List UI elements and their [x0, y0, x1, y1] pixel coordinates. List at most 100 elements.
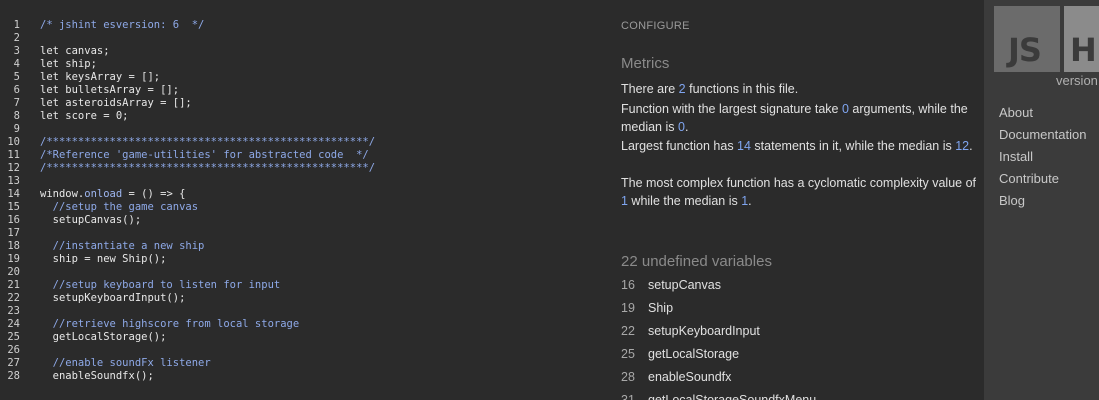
- metric-function-count: There are 2 functions in this file.: [621, 82, 799, 96]
- undefined-variable-name: setupKeyboardInput: [648, 324, 760, 338]
- line-number: 2: [13, 32, 20, 44]
- code-text: let score = 0;: [40, 110, 129, 123]
- undefined-variable-name: enableSoundfx: [648, 370, 732, 384]
- undefined-variable-line: 22: [621, 324, 635, 338]
- undefined-variable-name: Ship: [648, 301, 674, 315]
- line-number: 13: [7, 175, 20, 187]
- code-token: window.: [40, 188, 85, 200]
- line-number: 6: [13, 84, 20, 96]
- nav-documentation[interactable]: Documentation: [999, 127, 1086, 142]
- line-number: 1: [13, 19, 20, 31]
- code-token: enableSoundfx();: [40, 370, 154, 382]
- code-text: //retrieve highscore from local storage: [40, 318, 300, 331]
- code-text: setupCanvas();: [40, 214, 142, 227]
- undefined-variable-line: 16: [621, 278, 635, 292]
- undefined-variable-line: 31: [621, 393, 635, 400]
- code-text: /***************************************…: [40, 162, 375, 175]
- line-number: 14: [7, 188, 20, 200]
- code-text: //setup keyboard to listen for input: [40, 279, 281, 292]
- code-text: let bulletsArray = [];: [40, 84, 179, 97]
- code-token: //instantiate a new ship: [40, 240, 205, 252]
- line-number: 10: [7, 136, 20, 148]
- metric-number: 2: [678, 82, 686, 96]
- metric-number: 14: [737, 139, 751, 153]
- line-number: 23: [7, 305, 20, 317]
- line-number: 5: [13, 71, 20, 83]
- code-text: //enable soundFx listener: [40, 357, 211, 370]
- line-number: 19: [7, 253, 20, 265]
- metric-number: 0: [677, 120, 685, 134]
- line-number: 12: [7, 162, 20, 174]
- metric-largest-signature: Function with the largest signature take…: [621, 102, 968, 134]
- nav-blog[interactable]: Blog: [999, 193, 1025, 208]
- code-text: let asteroidsArray = [];: [40, 97, 192, 110]
- line-number: 11: [7, 149, 20, 161]
- code-token: let score = 0;: [40, 110, 129, 122]
- line-number: 8: [13, 110, 20, 122]
- nav-install[interactable]: Install: [999, 149, 1033, 164]
- code-token: getLocalStorage();: [40, 331, 167, 343]
- line-number: 15: [7, 201, 20, 213]
- code-text: let canvas;: [40, 45, 110, 58]
- line-number: 24: [7, 318, 20, 330]
- code-text: let ship;: [40, 58, 97, 71]
- code-token: //setup the game canvas: [40, 201, 199, 213]
- line-number: 7: [13, 97, 20, 109]
- line-number: 4: [13, 58, 20, 70]
- code-token: onload: [84, 188, 123, 200]
- undefined-variable-item[interactable]: 19 Ship: [621, 301, 673, 321]
- code-token: /***************************************…: [40, 162, 376, 174]
- undefined-variable-name: getLocalStorageSoundfxMenu: [648, 393, 817, 400]
- undefined-variable-name: getLocalStorage: [648, 347, 740, 361]
- line-number: 17: [7, 227, 20, 239]
- line-number: 26: [7, 344, 20, 356]
- undefined-variable-item[interactable]: 16 setupCanvas: [621, 278, 721, 298]
- code-token: let keysArray = [];: [40, 71, 161, 83]
- undefined-variable-item[interactable]: 31 getLocalStorageSoundfxMenu: [621, 393, 816, 400]
- code-token: let canvas;: [40, 45, 110, 57]
- line-number: 28: [7, 370, 20, 382]
- sidebar: JS H version About Documentation Install Co…: [984, 0, 1099, 400]
- version-label: version: [1056, 73, 1098, 88]
- code-text: /*Reference 'game-utilities' for abstrac…: [40, 149, 369, 162]
- code-text: ship = new Ship();: [40, 253, 167, 266]
- line-number: 22: [7, 292, 20, 304]
- code-editor[interactable]: 1 /* jshint esversion: 6 */ 2 3 let canvas; 4…: [0, 0, 600, 400]
- undefined-variable-line: 19: [621, 301, 635, 315]
- code-text: //instantiate a new ship: [40, 240, 205, 253]
- code-token: /*Reference 'game-utilities' for abstrac…: [40, 149, 369, 161]
- code-token: setupCanvas();: [40, 214, 142, 226]
- code-token: //retrieve highscore from local storage: [40, 318, 300, 330]
- code-token: //setup keyboard to listen for input: [40, 279, 281, 291]
- code-token: //enable soundFx listener: [40, 357, 211, 369]
- undefined-variable-line: 28: [621, 370, 635, 384]
- metric-number: 12: [955, 139, 970, 153]
- line-number: 21: [7, 279, 20, 291]
- code-text: //setup the game canvas: [40, 201, 198, 214]
- undefined-variable-item[interactable]: 28 enableSoundfx: [621, 370, 731, 390]
- code-text: enableSoundfx();: [40, 370, 154, 383]
- line-number: 3: [13, 45, 20, 57]
- line-number: 9: [13, 123, 20, 135]
- code-token: ship = new Ship();: [40, 253, 167, 265]
- code-text: setupKeyboardInput();: [40, 292, 186, 305]
- metric-number: 1: [621, 194, 628, 208]
- code-token: let asteroidsArray = [];: [40, 97, 192, 109]
- undefined-variable-item[interactable]: 25 getLocalStorage: [621, 347, 739, 367]
- code-token: let bulletsArray = [];: [40, 84, 180, 96]
- nav-contribute[interactable]: Contribute: [999, 171, 1059, 186]
- configure-link[interactable]: CONFIGURE: [621, 20, 690, 32]
- undefined-variable-name: setupCanvas: [648, 278, 721, 292]
- code-text: window.onload = () => {: [40, 188, 185, 201]
- jshint-logo[interactable]: JS H: [994, 6, 1099, 72]
- metric-complexity: The most complex function has a cyclomat…: [621, 176, 977, 208]
- code-token: /* jshint esversion: 6 */: [40, 19, 205, 31]
- undefined-variables-heading: 22 undefined variables: [621, 253, 772, 270]
- line-number: 16: [7, 214, 20, 226]
- nav-about[interactable]: About: [999, 105, 1033, 120]
- code-text: /* jshint esversion: 6 */: [40, 19, 204, 32]
- undefined-variable-item[interactable]: 22 setupKeyboardInput: [621, 324, 760, 344]
- report-panel: CONFIGURE Metrics There are 2 functions …: [600, 0, 984, 400]
- line-number: 18: [7, 240, 20, 252]
- code-token: /***************************************…: [40, 136, 376, 148]
